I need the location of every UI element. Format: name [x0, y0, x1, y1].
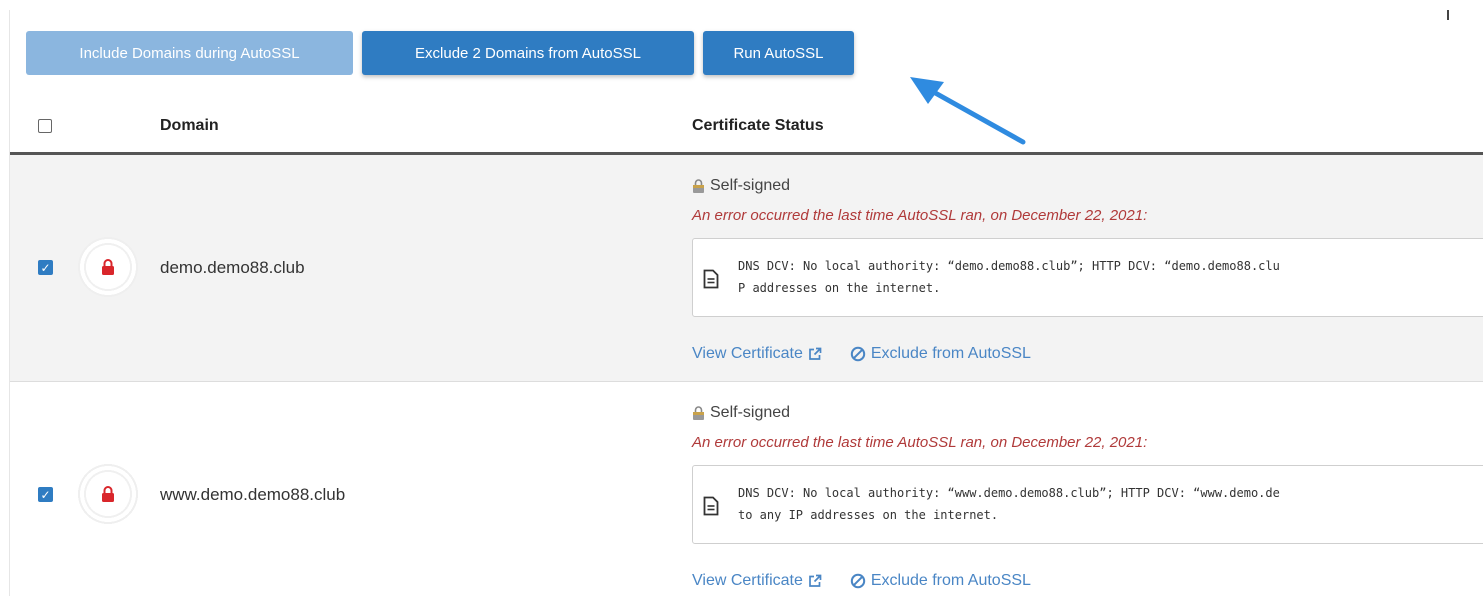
toolbar: Include Domains during AutoSSL Exclude 2… [26, 31, 854, 75]
autossl-panel: Include Domains during AutoSSL Exclude 2… [9, 10, 1483, 596]
include-domains-button[interactable]: Include Domains during AutoSSL [26, 31, 353, 75]
exclude-from-autossl-link[interactable]: Exclude from AutoSSL [850, 345, 1031, 363]
exclude-label: Exclude from AutoSSL [870, 345, 1031, 362]
lock-status-badge [72, 231, 144, 303]
status-column-header[interactable]: Certificate Status [692, 117, 824, 135]
status-text: Self-signed [710, 177, 791, 194]
view-certificate-label: View Certificate [692, 572, 803, 589]
ban-icon [850, 346, 866, 362]
view-certificate-link[interactable]: View Certificate [692, 572, 822, 590]
row-actions: View Certificate Exclude from AutoSSL [692, 345, 1031, 363]
exclude-domains-button[interactable]: Exclude 2 Domains from AutoSSL [362, 31, 694, 75]
padlock-icon [693, 179, 704, 193]
table-row: ✓ demo.demo88.club Self-signed An error … [10, 155, 1483, 382]
lock-icon [102, 486, 114, 502]
exclude-from-autossl-link[interactable]: Exclude from AutoSSL [850, 572, 1031, 590]
document-icon [703, 269, 719, 289]
details-line: DNS DCV: No local authority: “www.demo.d… [738, 486, 1280, 500]
table-row: ✓ www.demo.demo88.club Self-signed An er… [10, 382, 1483, 596]
ban-icon [850, 573, 866, 589]
external-link-icon [809, 347, 822, 360]
error-details-box: DNS DCV: No local authority: “demo.demo8… [692, 238, 1483, 317]
view-certificate-label: View Certificate [692, 345, 803, 362]
details-line: P addresses on the internet. [738, 281, 941, 295]
error-details-text: DNS DCV: No local authority: “www.demo.d… [738, 482, 1280, 526]
divider [1447, 10, 1449, 20]
external-link-icon [809, 574, 822, 587]
row-actions: View Certificate Exclude from AutoSSL [692, 572, 1031, 590]
error-message: An error occurred the last time AutoSSL … [692, 207, 1148, 224]
row-checkbox[interactable]: ✓ [38, 487, 53, 502]
error-details-text: DNS DCV: No local authority: “demo.demo8… [738, 255, 1280, 299]
table-header: Domain Certificate Status [10, 104, 1483, 155]
error-message: An error occurred the last time AutoSSL … [692, 434, 1148, 451]
details-line: to any IP addresses on the internet. [738, 508, 999, 522]
domain-name: demo.demo88.club [160, 258, 305, 277]
status-text: Self-signed [710, 404, 791, 421]
details-line: DNS DCV: No local authority: “demo.demo8… [738, 259, 1280, 273]
status-label: Self-signed [692, 404, 790, 422]
domain-column-header[interactable]: Domain [160, 117, 219, 135]
error-details-box: DNS DCV: No local authority: “www.demo.d… [692, 465, 1483, 544]
domain-name: www.demo.demo88.club [160, 485, 346, 504]
lock-icon [102, 259, 114, 275]
select-all-checkbox[interactable] [38, 119, 52, 133]
document-icon [703, 496, 719, 516]
exclude-label: Exclude from AutoSSL [870, 572, 1031, 589]
padlock-icon [693, 406, 704, 420]
row-checkbox[interactable]: ✓ [38, 260, 53, 275]
lock-status-badge [72, 458, 144, 530]
run-autossl-button[interactable]: Run AutoSSL [703, 31, 854, 75]
view-certificate-link[interactable]: View Certificate [692, 345, 822, 363]
status-label: Self-signed [692, 177, 790, 195]
